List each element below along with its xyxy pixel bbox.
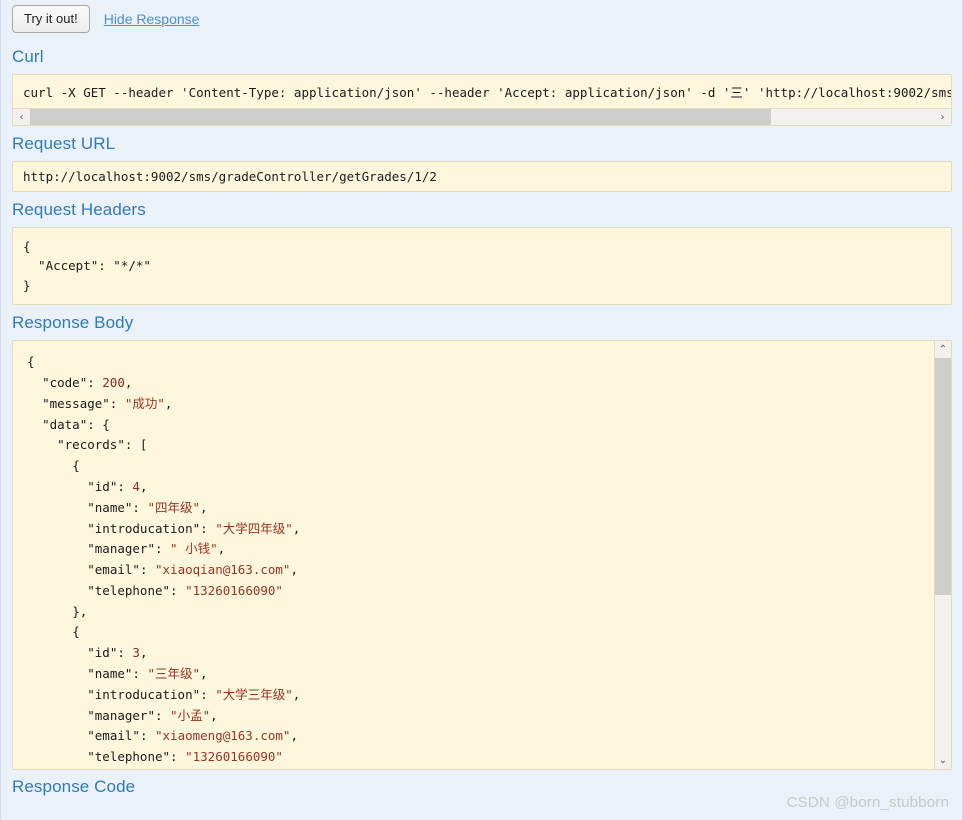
request-headers-box: { "Accept": "*/*" }: [12, 227, 952, 306]
scroll-down-arrow-icon[interactable]: ⌄: [935, 752, 951, 770]
scroll-right-arrow-icon[interactable]: ›: [934, 109, 951, 125]
scroll-up-arrow-icon[interactable]: ⌃: [935, 341, 951, 359]
request-url-text: http://localhost:9002/sms/gradeControlle…: [23, 169, 437, 184]
curl-scroll-thumb[interactable]: [30, 109, 772, 125]
curl-box: curl -X GET --header 'Content-Type: appl…: [12, 74, 952, 126]
hide-response-link[interactable]: Hide Response: [104, 11, 200, 27]
request-url-box: http://localhost:9002/sms/gradeControlle…: [12, 161, 952, 192]
curl-heading: Curl: [12, 47, 44, 66]
action-toolbar: Try it out! Hide Response: [1, 0, 962, 39]
request-headers-text: { "Accept": "*/*" }: [23, 239, 151, 293]
scroll-left-arrow-icon[interactable]: ‹: [13, 109, 30, 125]
response-body-box: { "code": 200, "message": "成功", "data": …: [12, 340, 952, 771]
swagger-response-panel: Try it out! Hide Response Curl curl -X G…: [0, 0, 963, 820]
curl-command-text: curl -X GET --header 'Content-Type: appl…: [23, 85, 951, 100]
try-it-out-button[interactable]: Try it out!: [12, 5, 90, 33]
curl-scroll-track[interactable]: [30, 109, 934, 125]
curl-horizontal-scrollbar[interactable]: ‹ ›: [13, 108, 951, 125]
response-body-json: { "code": 200, "message": "成功", "data": …: [27, 354, 301, 765]
response-scroll-thumb[interactable]: [935, 358, 951, 595]
response-vertical-scrollbar[interactable]: ⌃ ⌄: [934, 341, 951, 770]
response-body-heading: Response Body: [12, 313, 134, 333]
response-code-heading: Response Code: [12, 777, 136, 797]
request-url-heading: Request URL: [12, 134, 116, 153]
response-scroll-track[interactable]: [935, 358, 951, 753]
request-headers-heading: Request Headers: [12, 200, 146, 219]
